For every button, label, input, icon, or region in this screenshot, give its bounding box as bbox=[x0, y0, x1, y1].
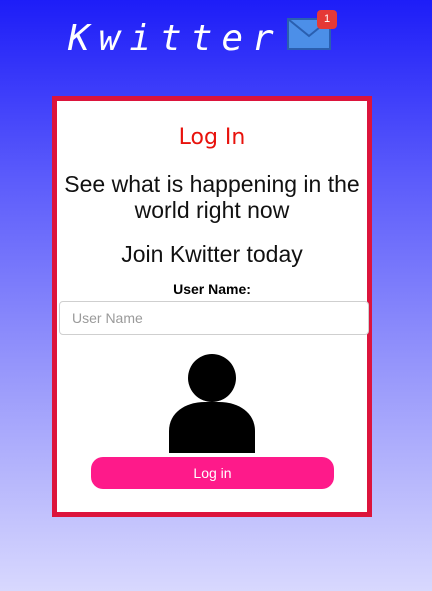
notifications-button[interactable]: 1 bbox=[287, 10, 339, 52]
app-logo-text: Kwitter bbox=[68, 18, 283, 59]
username-input[interactable] bbox=[59, 301, 369, 335]
login-card: Log In See what is happening in the worl… bbox=[52, 96, 372, 517]
notification-count-badge: 1 bbox=[317, 10, 337, 29]
login-title: Log In bbox=[178, 125, 246, 150]
login-button[interactable]: Log in bbox=[91, 457, 334, 489]
user-silhouette-icon bbox=[169, 354, 255, 453]
tagline-text: See what is happening in the world right… bbox=[64, 171, 360, 223]
join-heading: Join Kwitter today bbox=[121, 241, 303, 267]
username-label: User Name: bbox=[173, 281, 251, 297]
